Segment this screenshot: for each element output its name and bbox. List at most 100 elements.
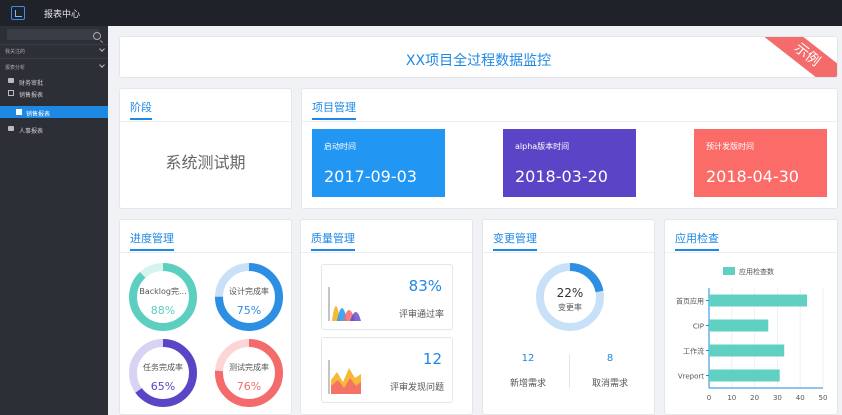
sidebar-item-hr-report[interactable]: 人事报表 bbox=[0, 123, 108, 135]
change-rate-label: 变更率 bbox=[558, 303, 582, 312]
search-icon[interactable] bbox=[93, 32, 101, 40]
x-tick-label: 40 bbox=[796, 394, 805, 402]
divider bbox=[120, 252, 291, 253]
tile-value: 2018-04-30 bbox=[706, 167, 799, 186]
donut-arc bbox=[129, 263, 197, 331]
chevron-down-icon[interactable] bbox=[99, 46, 105, 52]
app-check-card: 应用检查 应用检查数 0 10 20 30 40 50 首页应用 CIP 工作流 Vreport bbox=[664, 219, 838, 415]
release-time-tile: 预计发版时间 2018-04-30 bbox=[694, 129, 827, 197]
tile-label: 预计发版时间 bbox=[706, 142, 754, 151]
y-tick-label: Vreport bbox=[678, 373, 704, 381]
donut-value: 88% bbox=[150, 304, 176, 317]
y-tick-label: 工作流 bbox=[683, 347, 704, 356]
design-donut: 设计完成率 75% bbox=[214, 262, 284, 332]
quality-card: 质量管理 83% 评审通过率 12 评审发现问题 bbox=[300, 219, 473, 415]
app-title: 报表中心 bbox=[44, 10, 81, 20]
chart-logo-icon bbox=[11, 6, 25, 20]
backlog-donut: Backlog完... 88% bbox=[128, 262, 198, 332]
sidebar-item-label: 销售报表 bbox=[26, 111, 51, 118]
review-issues-box: 12 评审发现问题 bbox=[321, 337, 453, 403]
stage-card: 阶段 系统测试期 bbox=[119, 88, 292, 209]
sidebar-item-finance-approval[interactable]: 财务审批 bbox=[0, 75, 108, 87]
sidebar-item-sales-report-active[interactable]: 销售报表 bbox=[0, 106, 108, 118]
change-rate-value: 22% bbox=[556, 286, 584, 300]
cancelled-requirements-value: 8 bbox=[606, 353, 614, 364]
sidebar-section-report-analysis[interactable]: 报表分析 bbox=[5, 64, 25, 71]
x-tick-label: 0 bbox=[707, 394, 711, 402]
review-pass-rate-box: 83% 评审通过率 bbox=[321, 264, 453, 330]
bar bbox=[709, 319, 769, 332]
divider bbox=[0, 58, 108, 59]
tile-label: alpha版本时间 bbox=[515, 142, 570, 151]
alpha-time-tile: alpha版本时间 2018-03-20 bbox=[503, 129, 636, 197]
sidebar-item-label: 人事报表 bbox=[19, 128, 44, 135]
test-donut: 测试完成率 76% bbox=[214, 338, 284, 408]
donut-svg bbox=[129, 339, 197, 407]
card-title: 阶段 bbox=[130, 101, 152, 120]
sidebar: 我关注的 报表分析 财务审批 销售报表 销售报表 人事报表 bbox=[0, 26, 108, 415]
stage-value: 系统测试期 bbox=[165, 153, 246, 172]
search-input[interactable] bbox=[7, 29, 101, 40]
sidebar-section-following[interactable]: 我关注的 bbox=[5, 48, 25, 55]
bar bbox=[709, 369, 780, 382]
file-icon bbox=[16, 109, 22, 115]
donut-label: 测试完成率 bbox=[229, 363, 269, 372]
new-requirements-label: 新增需求 bbox=[509, 379, 546, 389]
donut-svg bbox=[215, 339, 283, 407]
donut-value: 75% bbox=[236, 304, 262, 317]
card-title: 进度管理 bbox=[130, 232, 174, 251]
review-pass-rate-value: 83% bbox=[408, 277, 442, 295]
donut-value: 76% bbox=[236, 380, 262, 393]
folder-icon bbox=[8, 78, 14, 83]
donut-label: 任务完成率 bbox=[143, 363, 183, 372]
tile-value: 2017-09-03 bbox=[324, 167, 417, 186]
new-requirements-value: 12 bbox=[521, 353, 535, 364]
y-tick-label: CIP bbox=[693, 323, 704, 331]
card-title: 项目管理 bbox=[312, 101, 356, 120]
card-title: 变更管理 bbox=[493, 232, 537, 251]
progress-card: 进度管理 Backlog完... 88% 设计完成率 75% 任务完成率 65%… bbox=[119, 219, 292, 415]
donut-label: Backlog完... bbox=[139, 287, 187, 296]
divider bbox=[0, 44, 108, 45]
divider bbox=[120, 121, 291, 122]
sidebar-item-label: 财务审批 bbox=[19, 80, 44, 87]
donut-label: 设计完成率 bbox=[229, 287, 269, 296]
y-tick-label: 首页应用 bbox=[676, 297, 704, 306]
file-icon bbox=[8, 90, 14, 96]
bar bbox=[709, 294, 808, 307]
x-tick-label: 20 bbox=[750, 394, 759, 402]
review-issues-value: 12 bbox=[422, 350, 442, 368]
divider bbox=[302, 121, 837, 122]
sidebar-item-sales-report[interactable]: 销售报表 bbox=[0, 87, 108, 99]
card-title: 质量管理 bbox=[311, 232, 355, 251]
chevron-down-icon[interactable] bbox=[99, 62, 105, 68]
tile-value: 2018-03-20 bbox=[515, 167, 608, 186]
divider bbox=[301, 252, 472, 253]
area-chart-icon bbox=[328, 287, 361, 321]
tile-label: 启动时间 bbox=[324, 142, 356, 151]
x-tick-label: 50 bbox=[819, 394, 828, 402]
cancelled-requirements-label: 取消需求 bbox=[591, 379, 628, 389]
task-donut: 任务完成率 65% bbox=[128, 338, 198, 408]
start-time-tile: 启动时间 2017-09-03 bbox=[312, 129, 445, 197]
x-tick-label: 10 bbox=[727, 394, 736, 402]
change-rate-donut: 22% 变更率 bbox=[535, 262, 605, 332]
review-issues-label: 评审发现问题 bbox=[389, 383, 444, 393]
divider bbox=[569, 354, 570, 388]
donut-value: 65% bbox=[150, 380, 176, 393]
app-check-bar-chart: 应用检查数 0 10 20 30 40 50 首页应用 CIP 工作流 Vreport bbox=[676, 267, 828, 402]
top-bar: 报表中心 bbox=[0, 0, 842, 26]
legend-label: 应用检查数 bbox=[739, 267, 774, 276]
area-chart-icon bbox=[328, 360, 361, 394]
donut-svg bbox=[129, 263, 197, 331]
folder-icon bbox=[8, 126, 14, 131]
x-tick-label: 30 bbox=[773, 394, 782, 402]
bar bbox=[709, 344, 785, 357]
change-card: 变更管理 22% 变更率 12 新增需求 8 取消需求 bbox=[482, 219, 655, 415]
project-card: 项目管理 启动时间 2017-09-03 alpha版本时间 2018-03-2… bbox=[301, 88, 838, 209]
page-title: XX项目全过程数据监控 bbox=[405, 53, 552, 69]
legend-swatch bbox=[723, 267, 735, 275]
sidebar-item-label: 销售报表 bbox=[19, 92, 44, 99]
divider bbox=[483, 252, 654, 253]
banner-card: XX项目全过程数据监控 示例 bbox=[119, 36, 838, 78]
